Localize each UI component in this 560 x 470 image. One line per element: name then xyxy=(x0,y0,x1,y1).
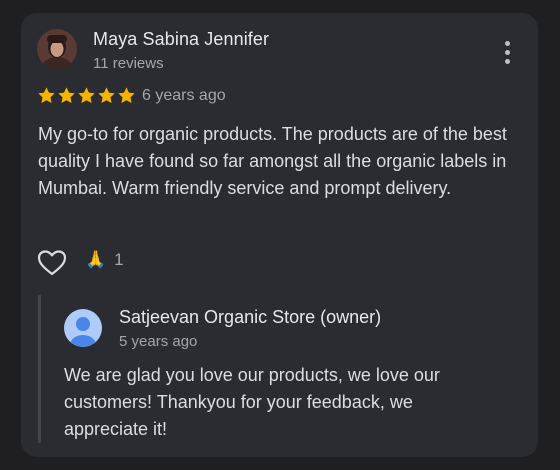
star-filled-icon xyxy=(78,87,95,104)
more-options-button[interactable] xyxy=(495,37,519,67)
reaction-count: 1 xyxy=(114,250,124,269)
heart-outline-icon xyxy=(37,250,67,276)
like-button[interactable] xyxy=(37,249,67,277)
reviewer-name[interactable]: Maya Sabina Jennifer xyxy=(93,29,269,50)
review-text: My go-to for organic products. The produ… xyxy=(38,124,507,198)
owner-response-text: We are glad you love our products, we lo… xyxy=(64,365,440,439)
reaction-chip[interactable]: 🙏 1 xyxy=(85,250,124,270)
owner-response: Satjeevan Organic Store (owner) 5 years … xyxy=(38,295,511,443)
star-filled-icon xyxy=(118,87,135,104)
review-timestamp: 6 years ago xyxy=(142,87,226,104)
folded-hands-icon: 🙏 xyxy=(85,250,107,270)
reviewer-review-count: 11 reviews xyxy=(93,55,164,72)
owner-name[interactable]: Satjeevan Organic Store (owner) xyxy=(119,307,381,328)
star-filled-icon xyxy=(38,87,55,104)
star-rating xyxy=(37,86,136,105)
owner-response-timestamp: 5 years ago xyxy=(119,333,198,350)
star-filled-icon xyxy=(98,87,115,104)
more-vert-icon xyxy=(504,40,510,46)
review-card: Maya Sabina Jennifer 11 reviews 6 years … xyxy=(21,13,538,457)
reviewer-avatar[interactable] xyxy=(37,29,77,69)
star-filled-icon xyxy=(58,87,75,104)
owner-avatar[interactable] xyxy=(64,309,102,347)
